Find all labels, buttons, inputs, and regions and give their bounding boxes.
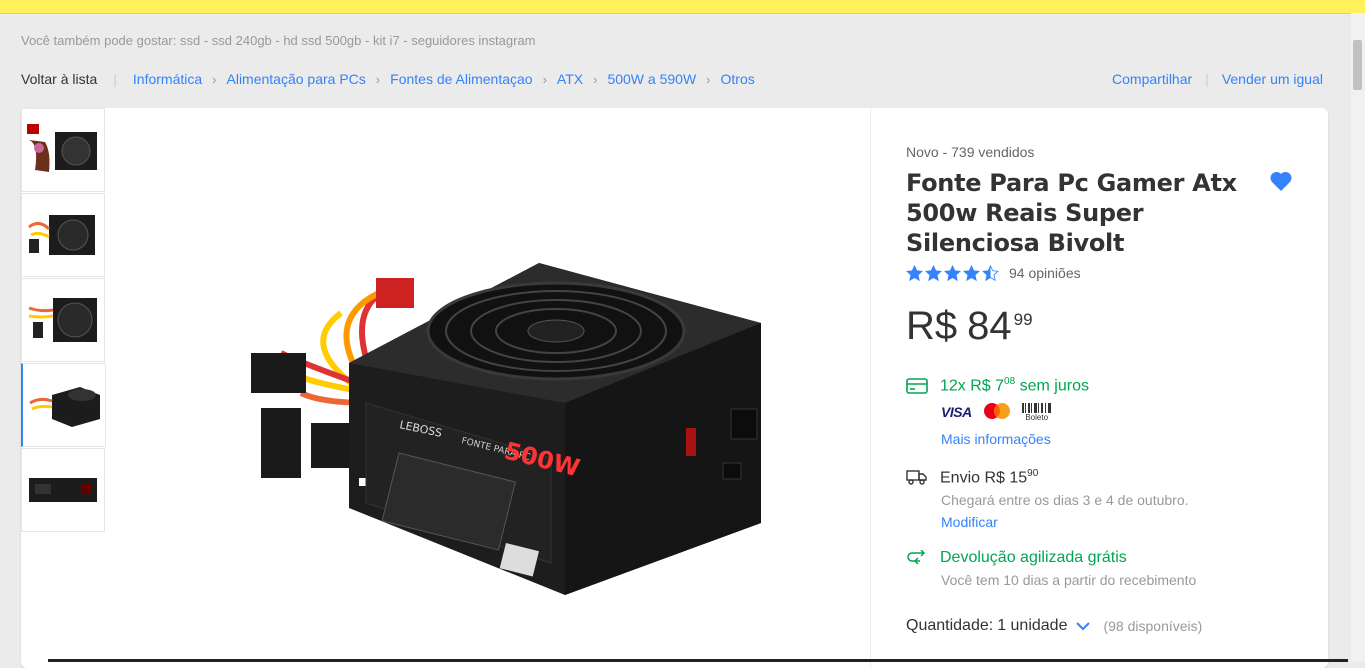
- shipping: Envio R$ 1590: [906, 468, 1038, 487]
- actions-divider: |: [1205, 71, 1209, 87]
- star-icon: [906, 265, 923, 281]
- price-integer: 84: [967, 304, 1012, 348]
- price-cents: 99: [1013, 310, 1033, 329]
- favorite-heart-icon[interactable]: [1268, 170, 1294, 197]
- thumbnail-3[interactable]: [21, 278, 105, 362]
- related-searches-label: Você também pode gostar:: [21, 33, 177, 48]
- breadcrumb-item-informatica[interactable]: Informática: [133, 71, 202, 87]
- shipping-amount: Envio R$ 15: [940, 469, 1028, 487]
- quantity-selector[interactable]: Quantidade: 1 unidade (98 disponíveis): [906, 617, 1202, 635]
- shipping-price: Envio R$ 1590: [940, 468, 1038, 487]
- return-subtitle: Você tem 10 dias a partir do recebimento: [941, 572, 1197, 588]
- psu-thumbnail-image: [28, 215, 95, 255]
- return-title[interactable]: Devolução agilizada grátis: [940, 549, 1127, 567]
- thumbnail-1[interactable]: [21, 108, 105, 192]
- payment-methods: VISA Boleto: [941, 402, 1052, 422]
- chevron-down-icon[interactable]: [1075, 620, 1091, 632]
- page-scrollbar[interactable]: [1351, 13, 1365, 662]
- chevron-right-icon: ›: [375, 71, 381, 87]
- modify-shipping-link[interactable]: Modificar: [941, 514, 998, 530]
- arrival-estimate: Chegará entre os dias 3 e 4 de outubro.: [941, 492, 1189, 508]
- available-stock: (98 disponíveis): [1103, 618, 1203, 634]
- returns: Devolução agilizada grátis: [906, 549, 1127, 567]
- chevron-right-icon: ›: [706, 71, 711, 87]
- mastercard-logo-icon: [983, 403, 1010, 419]
- rating-summary[interactable]: 94 opiniões: [906, 265, 1081, 281]
- visa-logo-icon: VISA: [941, 404, 972, 420]
- installments-suffix: sem juros: [1015, 377, 1089, 395]
- psu-thumbnail-image: [29, 478, 97, 502]
- condition-sold-count: Novo - 739 vendidos: [906, 144, 1035, 160]
- installments-text: 12x R$ 708 sem juros: [940, 376, 1089, 395]
- scrollbar-thumb[interactable]: [1353, 40, 1362, 90]
- quantity-label: Quantidade:: [906, 617, 994, 634]
- truck-icon: [906, 470, 927, 485]
- return-arrow-icon: [907, 550, 926, 565]
- thumbnail-2[interactable]: [21, 193, 105, 277]
- thumbnail-4[interactable]: [21, 363, 106, 447]
- psu-thumbnail-image: [27, 124, 97, 172]
- psu-thumbnail-image: [28, 298, 97, 342]
- boleto-label: Boleto: [1025, 412, 1049, 422]
- star-icon: [982, 265, 999, 281]
- chevron-right-icon: ›: [212, 71, 217, 87]
- product-title: Fonte Para Pc Gamer Atx 500w Reais Super…: [906, 169, 1237, 257]
- chevron-right-icon: ›: [542, 71, 547, 87]
- sell-similar-link[interactable]: Vender um igual: [1222, 71, 1323, 87]
- section-divider: [870, 108, 871, 668]
- product-card: LEBOSS FONTE PARA PC 500W Novo - 739 ven…: [21, 108, 1328, 668]
- price: R$ 84 99: [906, 304, 1033, 349]
- star-icon: [925, 265, 942, 281]
- boleto-logo-icon: Boleto: [1021, 402, 1052, 422]
- top-header-bar: [0, 0, 1365, 14]
- breadcrumb-item-atx[interactable]: ATX: [557, 71, 583, 87]
- back-to-list-link[interactable]: Voltar à lista: [21, 71, 97, 87]
- breadcrumb-item-fontes[interactable]: Fontes de Alimentaçao: [390, 71, 532, 87]
- star-icon: [963, 265, 980, 281]
- shipping-cents: 90: [1027, 468, 1039, 479]
- share-link[interactable]: Compartilhar: [1112, 71, 1192, 87]
- thumbnail-list: [21, 108, 106, 533]
- more-info-link[interactable]: Mais informações: [941, 431, 1051, 447]
- installments-cents: 08: [1004, 376, 1016, 387]
- price-currency: R$: [906, 304, 958, 348]
- power-supply-image: LEBOSS FONTE PARA PC 500W: [251, 263, 761, 595]
- reviews-count[interactable]: 94 opiniões: [1009, 265, 1081, 281]
- chevron-right-icon: ›: [593, 71, 598, 87]
- installments-amount: 12x R$ 7: [940, 377, 1005, 395]
- page-actions: Compartilhar | Vender um igual: [1112, 71, 1323, 87]
- related-searches-links[interactable]: ssd - ssd 240gb - hd ssd 500gb - kit i7 …: [180, 33, 536, 48]
- star-icon: [944, 265, 961, 281]
- installments: 12x R$ 708 sem juros: [906, 376, 1089, 395]
- star-rating: [906, 265, 999, 281]
- breadcrumb-item-otros[interactable]: Otros: [721, 71, 755, 87]
- credit-card-icon: [906, 377, 928, 394]
- product-main-image[interactable]: LEBOSS FONTE PARA PC 500W: [221, 253, 781, 603]
- quantity-value[interactable]: 1 unidade: [997, 617, 1067, 635]
- related-searches: Você também pode gostar: ssd - ssd 240gb…: [21, 33, 536, 48]
- breadcrumb-item-500w[interactable]: 500W a 590W: [607, 71, 696, 87]
- breadcrumb: Voltar à lista | Informática › Alimentaç…: [21, 71, 755, 87]
- thumbnail-5[interactable]: [21, 448, 105, 532]
- breadcrumb-divider: |: [113, 71, 117, 87]
- psu-thumbnail-image: [29, 387, 100, 427]
- breadcrumb-item-alimentacao[interactable]: Alimentação para PCs: [227, 71, 366, 87]
